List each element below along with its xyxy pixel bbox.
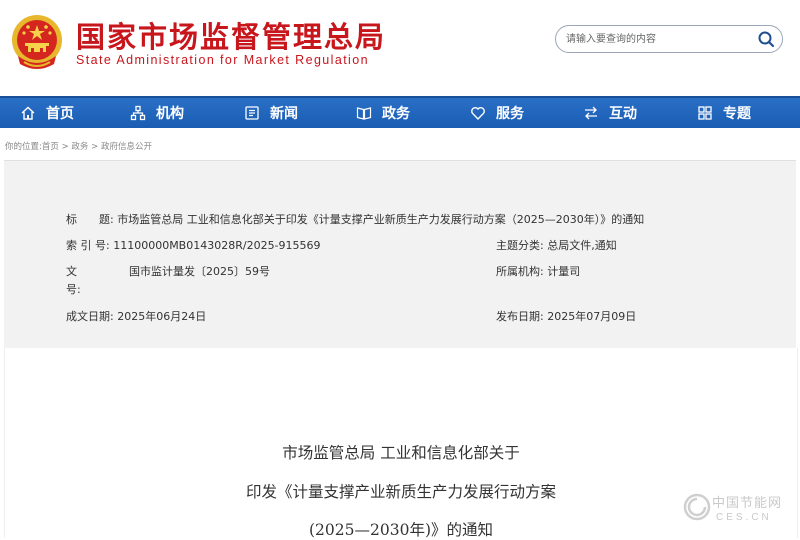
document-heading-line-2: 印发《计量支撑产业新质生产力发展行动方案 <box>245 483 556 501</box>
watermark-text-en: CES.CN <box>716 512 772 523</box>
document-heading-line-3: (2025—2030年)》的通知 <box>309 521 493 539</box>
meta-title-row: 标 题: 市场监管总局 工业和信息化部关于印发《计量支撑产业新质生产力发展行动方… <box>66 211 644 227</box>
nav-item-interact[interactable]: 互动 <box>583 98 637 128</box>
meta-topic-value: 总局文件,通知 <box>547 239 617 252</box>
search-input[interactable] <box>566 30 746 48</box>
meta-docno-label-top: 文 <box>66 265 77 278</box>
meta-pub-label: 发布日期: <box>496 310 544 323</box>
meta-docno-label-bottom: 号: <box>66 283 81 296</box>
nav-item-gov[interactable]: 政务 <box>356 98 410 128</box>
meta-pub-value: 2025年07月09日 <box>547 310 637 323</box>
meta-pub-row: 发布日期: 2025年07月09日 <box>496 308 636 324</box>
nav-label: 专题 <box>723 106 751 122</box>
watermark-text-cn: 中国节能网 <box>712 496 783 511</box>
nav-item-topic[interactable]: 专题 <box>697 98 751 128</box>
search-box <box>555 25 783 53</box>
meta-title-label: 标 题: <box>66 213 114 226</box>
meta-org-row: 所属机构: 计量司 <box>496 263 580 279</box>
meta-index-value: 11100000MB0143028R/2025-915569 <box>113 239 321 252</box>
breadcrumb-link-info[interactable]: 政府信息公开 <box>101 142 152 152</box>
nav-item-news[interactable]: 新闻 <box>244 98 298 128</box>
national-emblem-icon <box>12 15 62 69</box>
meta-title-value: 市场监管总局 工业和信息化部关于印发《计量支撑产业新质生产力发展行动方案（202… <box>117 213 645 226</box>
nav-label: 政务 <box>382 106 410 122</box>
site-title[interactable]: 国家市场监督管理总局 <box>76 14 386 56</box>
home-icon <box>21 106 35 120</box>
swap-arrows-icon <box>585 106 597 120</box>
meta-date-value: 2025年06月24日 <box>117 310 207 323</box>
newspaper-icon <box>245 106 259 120</box>
meta-topic-label: 主题分类: <box>496 239 544 252</box>
breadcrumb: 你的位置:首页 > 政务 > 政府信息公开 <box>5 140 152 152</box>
meta-index-label: 索 引 号: <box>66 239 110 252</box>
nav-item-org[interactable]: 机构 <box>130 98 184 128</box>
meta-date-row: 成文日期: 2025年06月24日 <box>66 308 206 324</box>
nav-label: 服务 <box>496 106 524 122</box>
breadcrumb-separator: > <box>88 142 101 152</box>
open-book-icon <box>356 107 372 120</box>
nav-label: 机构 <box>156 106 184 122</box>
nav-label: 互动 <box>609 106 637 122</box>
breadcrumb-link-gov[interactable]: 政务 <box>71 142 88 152</box>
grid-icon <box>698 106 712 120</box>
heart-icon <box>471 106 485 121</box>
meta-date-label: 成文日期: <box>66 310 114 323</box>
meta-index-row: 索 引 号: 11100000MB0143028R/2025-915569 <box>66 237 321 253</box>
nav-item-service[interactable]: 服务 <box>470 98 524 128</box>
search-icon[interactable] <box>756 29 776 49</box>
breadcrumb-prefix: 你的位置: <box>5 142 42 152</box>
meta-org-label: 所属机构: <box>496 265 544 278</box>
watermark-logo-icon <box>683 493 711 521</box>
document-body: 市场监管总局 工业和信息化部关于 印发《计量支撑产业新质生产力发展行动方案 (2… <box>4 348 798 539</box>
document-heading-line-1: 市场监管总局 工业和信息化部关于 <box>282 444 520 462</box>
main-nav: 首页 机构 新闻 政务 服务 互动 专题 <box>0 96 800 128</box>
nav-item-home[interactable]: 首页 <box>20 98 74 128</box>
meta-topic-row: 主题分类: 总局文件,通知 <box>496 237 617 253</box>
org-chart-icon <box>130 105 146 121</box>
site-header: 国家市场监督管理总局 State Administration for Mark… <box>0 0 800 96</box>
breadcrumb-separator: > <box>58 142 72 152</box>
breadcrumb-link-home[interactable]: 首页 <box>42 142 59 152</box>
meta-org-value: 计量司 <box>547 265 581 278</box>
meta-docno-value: 国市监计量发〔2025〕59号 <box>129 265 270 278</box>
watermark: 中国节能网 CES.CN <box>682 490 792 530</box>
nav-label: 新闻 <box>270 106 298 122</box>
site-title-en: State Administration for Market Regulati… <box>76 53 369 67</box>
document-meta-panel: 标 题: 市场监管总局 工业和信息化部关于印发《计量支撑产业新质生产力发展行动方… <box>4 160 796 349</box>
nav-label: 首页 <box>46 106 74 122</box>
